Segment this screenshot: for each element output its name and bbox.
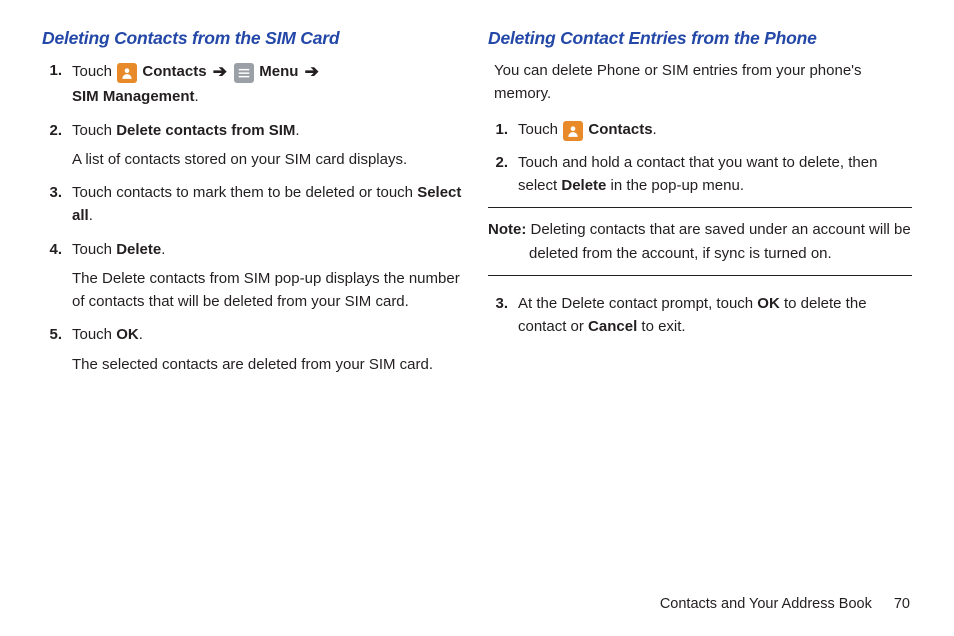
step-4-left: 4. Touch Delete. The Delete contacts fro…	[42, 238, 466, 314]
section-heading-left: Deleting Contacts from the SIM Card	[42, 28, 466, 49]
step-number: 3.	[488, 292, 518, 339]
step-body: Touch contacts to mark them to be delete…	[72, 181, 466, 228]
step-body: Touch and hold a contact that you want t…	[518, 151, 912, 198]
contacts-icon	[117, 63, 137, 83]
note-label: Note:	[488, 221, 526, 238]
step-number: 3.	[42, 181, 72, 228]
bold-text: Delete contacts from SIM	[116, 122, 295, 139]
text: to exit.	[637, 318, 685, 335]
step-body: At the Delete contact prompt, touch OK t…	[518, 292, 912, 339]
step-1-right: 1. Touch Contacts.	[488, 118, 912, 141]
step-body: Touch Contacts.	[518, 118, 912, 141]
text: .	[89, 207, 93, 224]
left-column: Deleting Contacts from the SIM Card 1. T…	[42, 28, 466, 386]
bold-text: Contacts	[138, 63, 211, 80]
text: .	[653, 121, 657, 138]
step-body: Touch OK. The selected contacts are dele…	[72, 323, 466, 376]
bold-text: OK	[757, 295, 780, 312]
text: Touch	[72, 63, 116, 80]
menu-icon	[234, 63, 254, 83]
note-box: Note: Deleting contacts that are saved u…	[488, 207, 912, 276]
arrow-icon: ➔	[213, 62, 227, 81]
page-number: 70	[894, 596, 910, 612]
step-subtext: The Delete contacts from SIM pop-up disp…	[72, 267, 466, 314]
step-number: 2.	[488, 151, 518, 198]
bold-text: Cancel	[588, 318, 637, 335]
step-2-left: 2. Touch Delete contacts from SIM. A lis…	[42, 119, 466, 172]
text: in the pop-up menu.	[606, 177, 744, 194]
bold-text: Delete	[116, 241, 161, 258]
step-body: Touch Delete. The Delete contacts from S…	[72, 238, 466, 314]
text: At the Delete contact prompt, touch	[518, 295, 757, 312]
step-subtext: The selected contacts are deleted from y…	[72, 353, 466, 376]
step-2-right: 2. Touch and hold a contact that you wan…	[488, 151, 912, 198]
bold-text: OK	[116, 326, 139, 343]
bold-text: SIM Management	[72, 88, 195, 105]
contacts-icon	[563, 121, 583, 141]
steps-list-right: 1. Touch Contacts. 2. Touch and hold a c…	[488, 118, 912, 198]
steps-list-left: 1. Touch Contacts ➔ Menu ➔ SIM Managemen…	[42, 59, 466, 376]
steps-list-right-cont: 3. At the Delete contact prompt, touch O…	[488, 292, 912, 339]
step-number: 1.	[42, 59, 72, 109]
right-column: Deleting Contact Entries from the Phone …	[488, 28, 912, 386]
page-footer: Contacts and Your Address Book 70	[660, 596, 910, 612]
section-heading-right: Deleting Contact Entries from the Phone	[488, 28, 912, 49]
text: .	[295, 122, 299, 139]
text: .	[161, 241, 165, 258]
bold-text: Contacts	[584, 121, 652, 138]
footer-section: Contacts and Your Address Book	[660, 596, 872, 612]
step-number: 1.	[488, 118, 518, 141]
step-number: 4.	[42, 238, 72, 314]
step-number: 5.	[42, 323, 72, 376]
text: Touch	[72, 326, 116, 343]
bold-text: Delete	[561, 177, 606, 194]
text: .	[195, 88, 199, 105]
text: Touch	[72, 122, 116, 139]
text: .	[139, 326, 143, 343]
intro-text: You can delete Phone or SIM entries from…	[494, 59, 912, 106]
arrow-icon: ➔	[305, 62, 319, 81]
step-5-left: 5. Touch OK. The selected contacts are d…	[42, 323, 466, 376]
step-1-left: 1. Touch Contacts ➔ Menu ➔ SIM Managemen…	[42, 59, 466, 109]
step-3-left: 3. Touch contacts to mark them to be del…	[42, 181, 466, 228]
text: Touch	[72, 241, 116, 258]
step-body: Touch Delete contacts from SIM. A list o…	[72, 119, 466, 172]
note-text: Deleting contacts that are saved under a…	[526, 221, 910, 261]
step-number: 2.	[42, 119, 72, 172]
note-body: Note: Deleting contacts that are saved u…	[488, 218, 912, 265]
step-body: Touch Contacts ➔ Menu ➔ SIM Management.	[72, 59, 466, 109]
step-3-right: 3. At the Delete contact prompt, touch O…	[488, 292, 912, 339]
text: Touch contacts to mark them to be delete…	[72, 184, 417, 201]
bold-text: Menu	[255, 63, 303, 80]
step-subtext: A list of contacts stored on your SIM ca…	[72, 148, 466, 171]
text: Touch	[518, 121, 562, 138]
